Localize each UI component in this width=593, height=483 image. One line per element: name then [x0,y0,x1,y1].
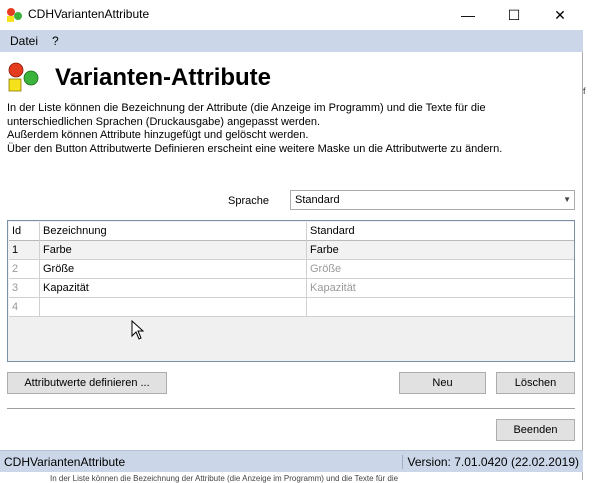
column-header-bezeichnung[interactable]: Bezeichnung [40,222,307,241]
language-select[interactable]: Standard ▼ [290,190,575,210]
language-selected-value: Standard [295,194,340,206]
shapes-logo-icon [8,62,39,92]
menu-help[interactable]: ? [52,34,59,48]
cell-bezeichnung[interactable]: Größe [40,260,307,279]
define-attribute-values-button[interactable]: Attributwerte definieren ... [7,372,167,394]
app-window: CDHVariantenAttribute — ☐ ✕ Datei ? Vari… [0,0,583,480]
table-row[interactable]: 2 Größe Größe [9,260,574,279]
description-line: unterschiedlichen Sprachen (Druckausgabe… [7,115,321,128]
status-bar: CDHVariantenAttribute Version: 7.01.0420… [0,450,583,472]
cell-standard[interactable]: Farbe [307,241,574,260]
title-bar[interactable]: CDHVariantenAttribute — ☐ ✕ [0,0,583,30]
cell-standard[interactable]: Größe [307,260,574,279]
close-icon: ✕ [554,6,566,23]
column-header-standard[interactable]: Standard [307,222,574,241]
mouse-cursor-icon [131,320,145,340]
menu-bar: Datei ? [0,30,583,52]
column-header-id[interactable]: Id [9,222,40,241]
status-app-name: CDHVariantenAttribute [4,455,126,469]
close-dialog-button[interactable]: Beenden [496,419,575,441]
table-row[interactable]: 1 Farbe Farbe [9,241,574,260]
chevron-down-icon: ▼ [563,195,571,204]
minimize-icon: — [461,7,475,23]
table-row[interactable]: 3 Kapazität Kapazität [9,279,574,298]
new-button[interactable]: Neu [399,372,486,394]
attributes-grid[interactable]: Id Bezeichnung Standard 1 Farbe Farbe 2 … [7,220,575,362]
cell-bezeichnung[interactable] [40,298,307,317]
table-row[interactable]: 4 [9,298,574,317]
page-title: Varianten-Attribute [55,64,272,91]
menu-datei[interactable]: Datei [10,34,38,48]
cell-bezeichnung[interactable]: Kapazität [40,279,307,298]
app-icon [7,8,22,22]
cell-id: 2 [9,260,40,279]
divider [7,408,575,409]
minimize-button[interactable]: — [445,0,491,30]
grid-header-row: Id Bezeichnung Standard [9,222,574,241]
description-line: Außerdem können Attribute hinzugefügt un… [7,129,309,141]
background-window-text: In der Liste können die Bezeichnung der … [50,474,399,483]
close-button[interactable]: ✕ [537,0,583,30]
maximize-button[interactable]: ☐ [491,0,537,30]
window-title: CDHVariantenAttribute [28,7,150,21]
description-line: Über den Button Attributwerte Definieren… [7,142,503,155]
maximize-icon: ☐ [507,6,521,23]
cell-id: 1 [9,241,40,260]
cell-id: 4 [9,298,40,317]
cell-bezeichnung[interactable]: Farbe [40,241,307,260]
cell-id: 3 [9,279,40,298]
delete-button[interactable]: Löschen [496,372,575,394]
description-line: In der Liste können die Bezeichnung der … [7,102,486,114]
background-window-text: f [583,86,586,96]
cell-standard[interactable] [307,298,574,317]
cell-standard[interactable]: Kapazität [307,279,574,298]
language-label: Sprache [228,195,269,207]
description: In der Liste können die Bezeichnung der … [7,102,567,156]
status-version: Version: 7.01.0420 (22.02.2019) [401,455,579,469]
